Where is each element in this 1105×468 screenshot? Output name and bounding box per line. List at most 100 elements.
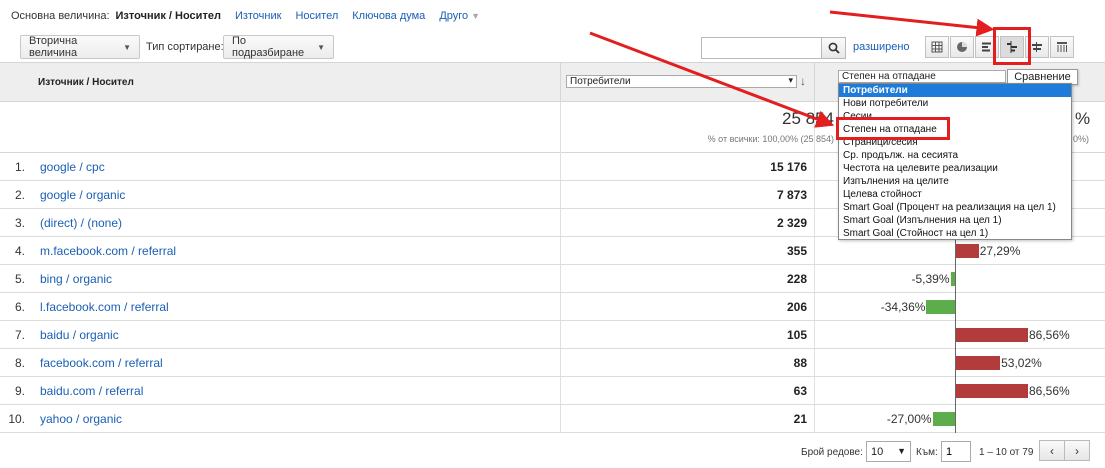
row-comparison-percent: 27,29% bbox=[979, 244, 1021, 258]
total-compare-share: 0%) bbox=[1073, 134, 1090, 144]
search-button[interactable] bbox=[822, 37, 846, 59]
comparison-bar-positive bbox=[956, 356, 1001, 370]
dropdown-option[interactable]: Изпълнения на целите bbox=[839, 175, 1071, 188]
row-index: 6. bbox=[14, 300, 25, 314]
comparison-metric-dropdown: Потребители Нови потребители Сесии Степен н… bbox=[838, 83, 1072, 240]
annotation-box-bounce-rate bbox=[836, 117, 950, 140]
table-row: 10. yahoo / organic 21 -27,00% bbox=[0, 405, 1105, 433]
total-users-share: % от всички: 100,00% (25 854) bbox=[707, 134, 834, 144]
dropdown-option[interactable]: Smart Goal (Процент на реализация на цел… bbox=[839, 201, 1071, 214]
row-users-value: 2 329 bbox=[776, 216, 807, 230]
primary-dimension-label: Основна величина: bbox=[11, 10, 110, 22]
rows-per-page-select[interactable]: 10 ▼ bbox=[866, 441, 911, 462]
row-dimension-link[interactable]: m.facebook.com / referral bbox=[40, 244, 176, 258]
pie-chart-icon bbox=[957, 42, 967, 52]
performance-icon bbox=[982, 42, 991, 52]
row-dimension-link[interactable]: baidu / organic bbox=[40, 328, 119, 342]
row-index: 5. bbox=[14, 272, 25, 286]
other-label: Друго bbox=[439, 10, 469, 22]
page-range: 1 – 10 от 79 bbox=[979, 447, 1034, 458]
comparison-bar-negative bbox=[932, 412, 955, 426]
chevron-down-icon: ▼ bbox=[123, 42, 131, 52]
chevron-left-icon: ‹ bbox=[1050, 443, 1054, 458]
chevron-right-icon: › bbox=[1075, 443, 1079, 458]
table-row: 8. facebook.com / referral 88 53,02% bbox=[0, 349, 1105, 377]
view-data-table-button[interactable] bbox=[925, 36, 949, 58]
primary-dimension-other[interactable]: Друго ▼ bbox=[439, 10, 480, 22]
row-users-value: 21 bbox=[793, 412, 807, 426]
primary-dimension-source[interactable]: Източник bbox=[235, 10, 282, 22]
row-comparison-percent: -5,39% bbox=[911, 272, 950, 286]
row-dimension-link[interactable]: google / cpc bbox=[40, 160, 105, 174]
view-pivot-button[interactable] bbox=[1050, 36, 1074, 58]
column-header-dimension[interactable]: Източник / Носител bbox=[38, 77, 134, 88]
row-dimension-link[interactable]: yahoo / organic bbox=[40, 412, 122, 426]
row-users-value: 228 bbox=[786, 272, 807, 286]
comparison-bar-positive bbox=[956, 328, 1028, 342]
total-users-value: 25 854 bbox=[782, 109, 834, 128]
goto-page-input[interactable] bbox=[941, 441, 971, 462]
comparison-bar-positive bbox=[956, 384, 1028, 398]
row-dimension-link[interactable]: bing / organic bbox=[40, 272, 112, 286]
view-pie-chart-button[interactable] bbox=[950, 36, 974, 58]
dropdown-option[interactable]: Нови потребители bbox=[839, 97, 1071, 110]
chevron-down-icon: ▼ bbox=[471, 11, 481, 21]
row-index: 8. bbox=[14, 356, 25, 370]
comparison-bar-negative bbox=[926, 300, 955, 314]
primary-dimension-bar: Основна величина: Източник / Носител Изт… bbox=[0, 0, 1105, 32]
row-users-value: 15 176 bbox=[770, 160, 807, 174]
next-page-button[interactable]: › bbox=[1064, 440, 1090, 461]
secondary-dimension-button[interactable]: Вторична величина ▼ bbox=[20, 35, 140, 59]
metric-select-value: Потребители bbox=[570, 76, 631, 87]
table-footer: Брой редове: 10 ▼ Към: 1 – 10 от 79 ‹ › bbox=[0, 432, 1105, 468]
table-controls: Вторична величина ▼ Тип сортиране: По по… bbox=[0, 32, 1105, 62]
sort-descending-icon[interactable]: ↓ bbox=[800, 74, 806, 88]
search-icon bbox=[828, 42, 840, 54]
row-index: 10. bbox=[8, 412, 25, 426]
row-index: 7. bbox=[14, 328, 25, 342]
dropdown-option[interactable]: Целева стойност bbox=[839, 188, 1071, 201]
row-dimension-link[interactable]: l.facebook.com / referral bbox=[40, 300, 169, 314]
row-users-value: 63 bbox=[793, 384, 807, 398]
comparison-metric-select[interactable]: Степен на отпадане bbox=[838, 70, 1006, 83]
sort-type-label: Тип сортиране: bbox=[146, 41, 224, 53]
row-dimension-link[interactable]: facebook.com / referral bbox=[40, 356, 163, 370]
goto-label: Към: bbox=[916, 447, 938, 458]
chevron-down-icon: ▼ bbox=[897, 446, 906, 456]
row-comparison-percent: 86,56% bbox=[1029, 328, 1070, 342]
search-input[interactable] bbox=[701, 37, 822, 59]
row-index: 9. bbox=[14, 384, 25, 398]
dropdown-option[interactable]: Потребители bbox=[839, 84, 1071, 97]
column-divider bbox=[560, 63, 561, 103]
row-users-value: 88 bbox=[793, 356, 807, 370]
rows-per-page-value: 10 bbox=[871, 445, 884, 458]
advanced-filter-link[interactable]: разширено bbox=[853, 41, 910, 53]
annotation-box-comparison bbox=[993, 27, 1031, 65]
row-users-value: 105 bbox=[786, 328, 807, 342]
column-divider bbox=[814, 63, 815, 103]
row-dimension-link[interactable]: baidu.com / referral bbox=[40, 384, 143, 398]
table-row: 6. l.facebook.com / referral 206 -34,36% bbox=[0, 293, 1105, 321]
table-row: 9. baidu.com / referral 63 86,56% bbox=[0, 377, 1105, 405]
metric-select[interactable]: Потребители ▾ bbox=[566, 75, 797, 88]
primary-dimension-keyword[interactable]: Ключова дума bbox=[352, 10, 425, 22]
rows-per-page-label: Брой редове: bbox=[801, 447, 863, 458]
primary-dimension-medium[interactable]: Носител bbox=[295, 10, 338, 22]
primary-dimension-active[interactable]: Източник / Носител bbox=[116, 10, 221, 22]
row-index: 4. bbox=[14, 244, 25, 258]
row-dimension-link[interactable]: (direct) / (none) bbox=[40, 216, 122, 230]
dropdown-option[interactable]: Честота на целевите реализации bbox=[839, 162, 1071, 175]
term-cloud-icon bbox=[1032, 42, 1042, 52]
dropdown-option[interactable]: Smart Goal (Стойност на цел 1) bbox=[839, 227, 1071, 240]
sort-type-value: По подразбиране bbox=[232, 35, 305, 59]
row-dimension-link[interactable]: google / organic bbox=[40, 188, 125, 202]
table-row: 4. m.facebook.com / referral 355 27,29% bbox=[0, 237, 1105, 265]
prev-page-button[interactable]: ‹ bbox=[1039, 440, 1065, 461]
sort-type-select[interactable]: По подразбиране ▼ bbox=[223, 35, 334, 59]
dropdown-option[interactable]: Smart Goal (Изпълнения на цел 1) bbox=[839, 214, 1071, 227]
row-comparison-percent: 86,56% bbox=[1029, 384, 1070, 398]
table-row: 7. baidu / organic 105 86,56% bbox=[0, 321, 1105, 349]
dropdown-option[interactable]: Ср. продълж. на сесията bbox=[839, 149, 1071, 162]
data-table-icon bbox=[931, 41, 943, 53]
table-row: 5. bing / organic 228 -5,39% bbox=[0, 265, 1105, 293]
